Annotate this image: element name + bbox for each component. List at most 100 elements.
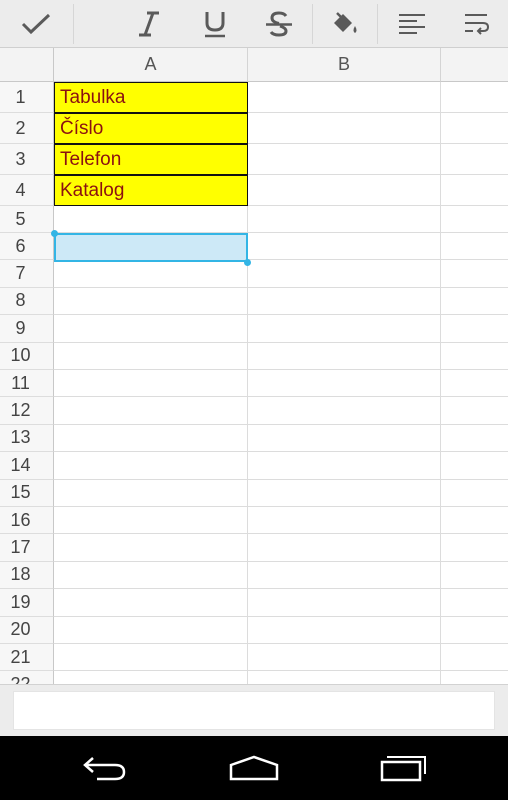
cell-b2[interactable] bbox=[248, 113, 441, 144]
row-header-11[interactable]: 11 bbox=[0, 370, 54, 398]
row-header-17[interactable]: 17 bbox=[0, 534, 54, 562]
cell-b20[interactable] bbox=[248, 616, 441, 644]
back-button[interactable] bbox=[65, 736, 145, 800]
cell-a20[interactable] bbox=[54, 616, 248, 644]
cell-b17[interactable] bbox=[248, 534, 441, 562]
cell-c9[interactable] bbox=[441, 315, 508, 343]
cell-a8[interactable] bbox=[54, 287, 248, 316]
row-header-6[interactable]: 6 bbox=[0, 233, 54, 261]
underline-button[interactable] bbox=[184, 0, 246, 48]
row-header-2[interactable]: 2 bbox=[0, 113, 54, 144]
cell-b15[interactable] bbox=[248, 479, 441, 507]
home-button[interactable] bbox=[214, 736, 294, 800]
row-header-14[interactable]: 14 bbox=[0, 452, 54, 480]
cell-a14[interactable] bbox=[54, 452, 248, 480]
cell-a19[interactable] bbox=[54, 589, 248, 617]
row-header-22[interactable]: 22 bbox=[0, 671, 54, 684]
cell-a21[interactable] bbox=[54, 644, 248, 672]
cell-b22[interactable] bbox=[248, 671, 441, 684]
selection-handle-top-left[interactable] bbox=[51, 230, 58, 237]
cell-a11[interactable] bbox=[54, 370, 248, 398]
cell-a4[interactable]: Katalog bbox=[54, 175, 248, 206]
row-header-4[interactable]: 4 bbox=[0, 175, 54, 206]
cell-c19[interactable] bbox=[441, 589, 508, 617]
cell-b8[interactable] bbox=[248, 287, 441, 316]
cell-c10[interactable] bbox=[441, 343, 508, 370]
cell-b5[interactable] bbox=[248, 206, 441, 233]
cell-b9[interactable] bbox=[248, 315, 441, 343]
cell-c21[interactable] bbox=[441, 644, 508, 672]
cell-a1[interactable]: Tabulka bbox=[54, 82, 248, 113]
cell-c12[interactable] bbox=[441, 397, 508, 425]
cell-b19[interactable] bbox=[248, 589, 441, 617]
cell-c6[interactable] bbox=[441, 233, 508, 261]
spreadsheet-grid[interactable]: A B 1 Tabulka 2 Číslo 3 Telefon 4 Katalog 5 6 7 8 9 1… bbox=[0, 48, 508, 684]
cell-b18[interactable] bbox=[248, 561, 441, 590]
row-header-20[interactable]: 20 bbox=[0, 616, 54, 644]
cell-b13[interactable] bbox=[248, 424, 441, 453]
row-header-7[interactable]: 7 bbox=[0, 260, 54, 288]
cell-c5[interactable] bbox=[441, 206, 508, 233]
cell-b3[interactable] bbox=[248, 144, 441, 175]
row-header-3[interactable]: 3 bbox=[0, 144, 54, 175]
row-header-18[interactable]: 18 bbox=[0, 561, 54, 590]
strikethrough-button[interactable] bbox=[248, 0, 310, 48]
cell-c3[interactable] bbox=[441, 144, 508, 175]
cell-c14[interactable] bbox=[441, 452, 508, 480]
cell-a7[interactable] bbox=[54, 260, 248, 288]
cell-a5[interactable] bbox=[54, 206, 248, 233]
row-header-13[interactable]: 13 bbox=[0, 424, 54, 453]
cell-a16[interactable] bbox=[54, 507, 248, 535]
cell-c15[interactable] bbox=[441, 480, 508, 507]
cell-c17[interactable] bbox=[441, 534, 508, 562]
cell-c7[interactable] bbox=[441, 260, 508, 288]
row-header-10[interactable]: 10 bbox=[0, 342, 54, 370]
wrap-text-button[interactable] bbox=[446, 0, 508, 48]
selection-handle-bottom-right[interactable] bbox=[244, 259, 251, 266]
cell-b10[interactable] bbox=[248, 342, 441, 370]
cell-a3[interactable]: Telefon bbox=[54, 144, 248, 175]
recents-button[interactable] bbox=[364, 736, 444, 800]
column-header-c[interactable] bbox=[441, 48, 508, 82]
row-header-1[interactable]: 1 bbox=[0, 82, 54, 113]
align-button[interactable] bbox=[380, 0, 444, 48]
cell-b11[interactable] bbox=[248, 370, 441, 398]
cell-selection-box[interactable] bbox=[54, 233, 248, 262]
column-header-a[interactable]: A bbox=[54, 48, 248, 82]
cell-b12[interactable] bbox=[248, 397, 441, 425]
row-header-21[interactable]: 21 bbox=[0, 644, 54, 672]
row-header-9[interactable]: 9 bbox=[0, 315, 54, 343]
cell-a12[interactable] bbox=[54, 397, 248, 425]
cell-a22[interactable] bbox=[54, 671, 248, 684]
cell-a17[interactable] bbox=[54, 534, 248, 562]
row-header-12[interactable]: 12 bbox=[0, 397, 54, 425]
cell-c11[interactable] bbox=[441, 370, 508, 398]
row-header-16[interactable]: 16 bbox=[0, 507, 54, 535]
row-header-8[interactable]: 8 bbox=[0, 287, 54, 316]
cell-c1[interactable] bbox=[441, 82, 508, 113]
cell-a10[interactable] bbox=[54, 342, 248, 370]
cell-b7[interactable] bbox=[248, 260, 441, 288]
cell-a18[interactable] bbox=[54, 561, 248, 590]
row-header-19[interactable]: 19 bbox=[0, 589, 54, 617]
italic-button[interactable] bbox=[118, 0, 180, 48]
cell-a9[interactable] bbox=[54, 315, 248, 343]
confirm-button[interactable] bbox=[0, 0, 72, 48]
fill-color-button[interactable] bbox=[314, 0, 376, 48]
cell-a15[interactable] bbox=[54, 479, 248, 507]
cell-c22[interactable] bbox=[441, 671, 508, 684]
cell-b14[interactable] bbox=[248, 452, 441, 480]
row-header-15[interactable]: 15 bbox=[0, 479, 54, 507]
cell-b6[interactable] bbox=[248, 233, 441, 261]
cell-b21[interactable] bbox=[248, 644, 441, 672]
cell-c4[interactable] bbox=[441, 175, 508, 206]
cell-c13[interactable] bbox=[441, 425, 508, 453]
cell-content-input[interactable] bbox=[13, 691, 495, 730]
cell-c8[interactable] bbox=[441, 288, 508, 316]
cell-c16[interactable] bbox=[441, 507, 508, 535]
cell-b16[interactable] bbox=[248, 507, 441, 535]
select-all-corner[interactable] bbox=[0, 48, 54, 82]
cell-b1[interactable] bbox=[248, 82, 441, 113]
column-header-b[interactable]: B bbox=[248, 48, 441, 82]
cell-c20[interactable] bbox=[441, 617, 508, 644]
